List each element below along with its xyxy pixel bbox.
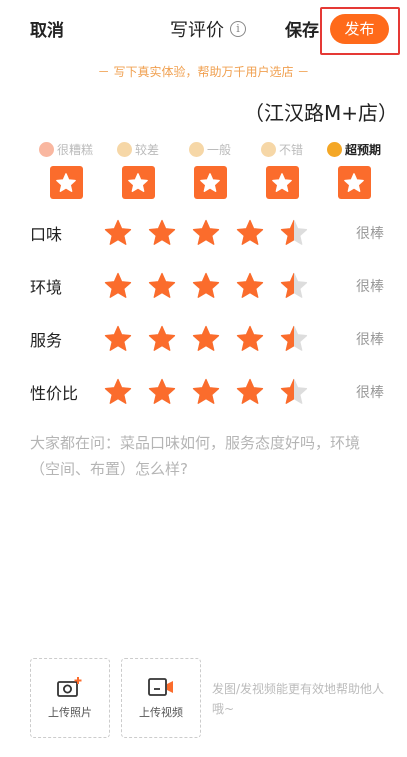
rating-square[interactable] bbox=[49, 166, 83, 199]
upload-video-button[interactable]: 上传视频 bbox=[121, 658, 201, 738]
info-icon[interactable]: i bbox=[230, 21, 246, 37]
row-label: 口味 bbox=[30, 225, 63, 244]
star-icon bbox=[56, 172, 76, 192]
star-icon[interactable] bbox=[190, 324, 222, 354]
rating-square[interactable] bbox=[337, 166, 371, 199]
rating-value: 很棒 bbox=[356, 279, 384, 295]
upload-video-label: 上传视频 bbox=[139, 706, 183, 719]
star-icon[interactable] bbox=[278, 377, 310, 407]
star-icon[interactable] bbox=[190, 218, 222, 248]
star-icon[interactable] bbox=[102, 218, 134, 248]
overall-rating: 很糟糕 较差 一般 不错 超预期 bbox=[30, 140, 390, 199]
star-icon[interactable] bbox=[146, 377, 178, 407]
level-label: 很糟糕 bbox=[56, 142, 93, 157]
star-rating[interactable] bbox=[102, 271, 310, 301]
rating-value: 很棒 bbox=[356, 226, 384, 242]
neutral-face-icon bbox=[188, 141, 204, 157]
star-icon bbox=[200, 172, 220, 192]
rating-square[interactable] bbox=[121, 166, 155, 199]
star-icon[interactable] bbox=[234, 218, 266, 248]
review-textarea[interactable]: 大家都在问：菜品口味如何，服务态度好吗，环境（空间、布置）怎么样? bbox=[30, 430, 380, 482]
upload-photo-button[interactable]: 上传照片 bbox=[30, 658, 110, 738]
level-1[interactable]: 很糟糕 bbox=[30, 140, 102, 199]
star-icon[interactable] bbox=[190, 271, 222, 301]
star-rating[interactable] bbox=[102, 324, 310, 354]
star-rating[interactable] bbox=[102, 218, 310, 248]
star-icon bbox=[128, 172, 148, 192]
star-rating[interactable] bbox=[102, 377, 310, 407]
rating-row-value: 性价比 很棒 bbox=[30, 377, 390, 407]
sad-face-icon bbox=[38, 141, 54, 157]
star-icon[interactable] bbox=[278, 271, 310, 301]
star-icon[interactable] bbox=[234, 324, 266, 354]
level-label: 一般 bbox=[206, 142, 231, 157]
rating-row-service: 服务 很棒 bbox=[30, 324, 390, 354]
surprised-face-icon bbox=[326, 141, 342, 157]
star-icon[interactable] bbox=[146, 324, 178, 354]
row-label: 环境 bbox=[30, 278, 63, 297]
level-3[interactable]: 一般 bbox=[174, 140, 246, 199]
header-bar: 取消 写评价 i 保存 发布 bbox=[0, 0, 407, 58]
unhappy-face-icon bbox=[116, 141, 132, 157]
shop-name: （江汉路M+店） bbox=[244, 101, 399, 125]
level-5[interactable]: 超预期 bbox=[318, 140, 390, 199]
rating-row-taste: 口味 很棒 bbox=[30, 218, 390, 248]
publish-button[interactable]: 发布 bbox=[330, 14, 389, 44]
rating-row-environment: 环境 很棒 bbox=[30, 271, 390, 301]
star-icon[interactable] bbox=[190, 377, 222, 407]
level-4[interactable]: 不错 bbox=[246, 140, 318, 199]
smile-face-icon bbox=[260, 141, 276, 157]
star-icon bbox=[272, 172, 292, 192]
page-title: 写评价 bbox=[170, 20, 224, 41]
rating-square[interactable] bbox=[265, 166, 299, 199]
save-button[interactable]: 保存 bbox=[285, 16, 319, 41]
level-label: 不错 bbox=[278, 142, 303, 157]
star-icon[interactable] bbox=[234, 271, 266, 301]
star-icon[interactable] bbox=[102, 377, 134, 407]
rating-value: 很棒 bbox=[356, 332, 384, 348]
upload-tip: 发图/发视频能更有效地帮助他人哦~ bbox=[212, 682, 385, 716]
level-2[interactable]: 较差 bbox=[102, 140, 174, 199]
star-icon[interactable] bbox=[102, 271, 134, 301]
star-icon[interactable] bbox=[278, 218, 310, 248]
level-label: 较差 bbox=[134, 142, 159, 157]
upload-photo-label: 上传照片 bbox=[48, 706, 92, 719]
star-icon[interactable] bbox=[146, 271, 178, 301]
star-icon[interactable] bbox=[234, 377, 266, 407]
cancel-button[interactable]: 取消 bbox=[30, 16, 64, 41]
camera-plus-icon bbox=[57, 677, 82, 697]
star-icon[interactable] bbox=[278, 324, 310, 354]
row-label: 服务 bbox=[30, 331, 63, 350]
rating-square[interactable] bbox=[193, 166, 227, 199]
rating-value: 很棒 bbox=[356, 385, 384, 401]
title-group: 写评价 i bbox=[170, 16, 246, 42]
star-icon[interactable] bbox=[102, 324, 134, 354]
star-icon[interactable] bbox=[146, 218, 178, 248]
video-icon bbox=[148, 678, 173, 696]
slogan: － 写下真实体验，帮助万千用户选店 － bbox=[97, 65, 310, 79]
star-icon bbox=[344, 172, 364, 192]
level-label: 超预期 bbox=[344, 142, 381, 157]
row-label: 性价比 bbox=[30, 384, 79, 403]
